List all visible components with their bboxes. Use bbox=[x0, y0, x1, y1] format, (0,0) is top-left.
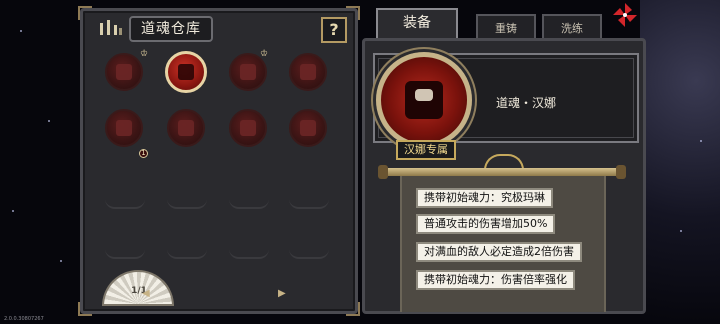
effect-line: 对满血的敌人必定造成2倍伤害 bbox=[416, 242, 582, 262]
crown-mark-icon: ♔ bbox=[139, 49, 149, 59]
empty-slot[interactable] bbox=[289, 199, 329, 209]
next-page-arrow-icon[interactable]: ▶ bbox=[278, 288, 286, 299]
soul-name: 道魂・汉娜 bbox=[496, 96, 557, 110]
tab-refine[interactable]: 洗练 bbox=[542, 14, 602, 38]
star bbox=[680, 230, 682, 232]
soul-orb[interactable] bbox=[289, 109, 327, 147]
equipped-soul-orb[interactable] bbox=[376, 52, 472, 148]
pinwheel-icon[interactable] bbox=[612, 2, 638, 28]
scroll-cap bbox=[378, 165, 388, 179]
effect-line: 普通攻击的伤害增加50% bbox=[416, 214, 556, 234]
empty-slot[interactable] bbox=[289, 249, 329, 259]
crown-mark-icon: ♔ bbox=[259, 49, 269, 59]
tab-forge[interactable]: 重铸 bbox=[476, 14, 536, 38]
demon-icon bbox=[240, 64, 256, 80]
star bbox=[48, 120, 50, 122]
soul-orb[interactable] bbox=[105, 53, 143, 91]
empty-slot[interactable] bbox=[105, 199, 145, 209]
panel-title: 道魂仓库 bbox=[129, 16, 213, 42]
star bbox=[12, 210, 14, 212]
star bbox=[20, 30, 22, 32]
count-badge: 1 bbox=[139, 149, 148, 158]
empty-slot[interactable] bbox=[167, 199, 207, 209]
empty-slot[interactable] bbox=[167, 249, 207, 259]
frame-corner bbox=[78, 302, 92, 316]
soul-orb[interactable] bbox=[289, 53, 327, 91]
demon-icon bbox=[240, 120, 256, 136]
candle-icon bbox=[100, 20, 122, 35]
frame-corner bbox=[346, 302, 360, 316]
exclusive-tag: 汉娜专属 bbox=[396, 140, 456, 160]
demon-icon bbox=[178, 120, 194, 136]
soul-orb-selected[interactable] bbox=[165, 51, 207, 93]
frame-corner bbox=[78, 6, 92, 20]
soul-orb[interactable] bbox=[105, 109, 143, 147]
empty-slot[interactable] bbox=[229, 199, 269, 209]
background-nebula bbox=[640, 0, 720, 324]
effect-line: 携带初始魂力：伤害倍率强化 bbox=[416, 270, 575, 290]
effect-line: 携带初始魂力：究极玛琳 bbox=[416, 188, 553, 208]
scroll-cap bbox=[616, 165, 626, 179]
soul-storage-panel: 道魂仓库 ? ♔ ♔ 1 bbox=[78, 6, 360, 316]
empty-slot[interactable] bbox=[105, 249, 145, 259]
empty-slot[interactable] bbox=[229, 249, 269, 259]
demon-icon bbox=[300, 64, 316, 80]
demon-icon bbox=[116, 120, 132, 136]
version-label: 2.0.0.30807267 bbox=[4, 316, 44, 322]
star bbox=[60, 260, 62, 262]
scroll-rod-top bbox=[382, 168, 622, 176]
soul-orb[interactable] bbox=[229, 109, 267, 147]
demon-icon bbox=[116, 64, 132, 80]
tab-equip[interactable]: 装备 bbox=[376, 8, 458, 38]
prev-page-arrow-icon[interactable]: ◀ bbox=[142, 288, 150, 299]
help-button[interactable]: ? bbox=[321, 17, 347, 43]
star bbox=[700, 140, 702, 142]
frame-corner bbox=[346, 6, 360, 20]
demon-icon bbox=[178, 64, 194, 80]
soul-orb[interactable] bbox=[167, 109, 205, 147]
demon-icon bbox=[300, 120, 316, 136]
demon-icon bbox=[405, 81, 443, 119]
